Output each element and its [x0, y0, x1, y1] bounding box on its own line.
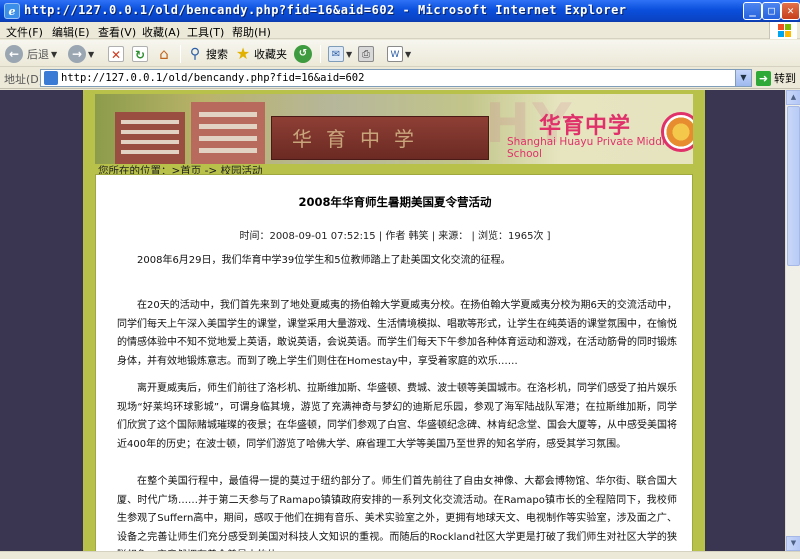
- menu-view[interactable]: 查看(V): [98, 24, 136, 40]
- site-frame: 华育中学 HY 华育中学 Shanghai Huayu Private Midd…: [83, 90, 705, 551]
- address-input[interactable]: http://127.0.0.1/old/bencandy.php?fid=16…: [40, 69, 752, 87]
- chevron-down-icon: ▼: [405, 49, 412, 59]
- menu-bar: 文件(F) 编辑(E) 查看(V) 收藏(A) 工具(T) 帮助(H): [0, 22, 800, 39]
- star-icon: ★: [235, 44, 251, 63]
- address-bar: 地址(D) http://127.0.0.1/old/bencandy.php?…: [0, 67, 800, 89]
- article-title: 2008年华育师生暑期美国夏令营活动: [298, 195, 492, 209]
- mail-icon: ✉: [328, 46, 344, 62]
- mail-button[interactable]: ✉ ▼: [328, 44, 352, 64]
- favorites-label: 收藏夹: [254, 48, 287, 61]
- printer-icon: ⎙: [358, 46, 374, 62]
- article-paragraph: 2008年6月29日，我们华育中学39位学生和5位教师踏上了赴美国文化交流的征程…: [137, 255, 511, 266]
- building-image: [115, 112, 185, 164]
- search-button[interactable]: ⚲ 搜索: [187, 44, 228, 64]
- article-paragraph: 离开夏威夷后，师生们前往了洛杉机、拉斯维加斯、华盛顿、费城、波士顿等美国城市。在…: [117, 383, 677, 450]
- maximize-button[interactable]: □: [762, 2, 781, 20]
- school-gate-sign: 华育中学: [271, 116, 489, 160]
- page-viewport: 华育中学 HY 华育中学 Shanghai Huayu Private Midd…: [0, 90, 785, 551]
- address-url: http://127.0.0.1/old/bencandy.php?fid=16…: [61, 72, 365, 84]
- stop-button[interactable]: ✕: [108, 44, 124, 64]
- menu-help[interactable]: 帮助(H): [232, 24, 271, 40]
- go-label: 转到: [774, 72, 796, 85]
- go-button[interactable]: ➜ 转到: [756, 70, 796, 86]
- scroll-down-arrow-icon[interactable]: ▼: [786, 536, 800, 551]
- chevron-down-icon: ▼: [346, 49, 353, 59]
- chevron-down-icon: ▼: [51, 49, 58, 59]
- stop-icon: ✕: [108, 46, 124, 62]
- forward-button[interactable]: → ▼: [68, 44, 94, 64]
- print-button[interactable]: ⎙: [358, 44, 374, 64]
- article-paragraph: 在整个美国行程中，最值得一提的莫过于纽约部分了。师生们首先前往了自由女神像、大都…: [117, 476, 677, 551]
- window-title: http://127.0.0.1/old/bencandy.php?fid=16…: [24, 3, 627, 17]
- refresh-button[interactable]: ↻: [132, 44, 148, 64]
- search-label: 搜索: [206, 48, 228, 61]
- article-meta: 时间：2008-09-01 07:52:15 | 作者 韩笑 | 来源： | 浏…: [239, 231, 551, 242]
- building-image: [191, 102, 265, 164]
- home-icon: ⌂: [159, 45, 169, 63]
- toolbar-divider: [320, 45, 321, 63]
- vertical-scrollbar[interactable]: ▲ ▼: [785, 90, 800, 551]
- article-paragraph: 在20天的活动中，我们首先来到了地处夏威夷的扬伯翰大学夏威夷分校。在扬伯翰大学夏…: [117, 300, 677, 367]
- school-logo-icon: [661, 112, 693, 152]
- toolbar-divider: [180, 45, 181, 63]
- favorites-button[interactable]: ★ 收藏夹: [235, 44, 287, 64]
- page-icon: [44, 71, 58, 85]
- refresh-icon: ↻: [132, 46, 148, 62]
- history-icon: ↺: [294, 45, 312, 63]
- site-banner: 华育中学 HY 华育中学 Shanghai Huayu Private Midd…: [95, 94, 693, 164]
- forward-arrow-icon: →: [68, 45, 86, 63]
- menu-tools[interactable]: 工具(T): [187, 24, 224, 40]
- article-panel: 2008年华育师生暑期美国夏令营活动 时间：2008-09-01 07:52:1…: [95, 174, 693, 551]
- back-arrow-icon: ←: [5, 45, 23, 63]
- home-button[interactable]: ⌂: [156, 44, 172, 64]
- search-icon: ⚲: [189, 46, 201, 62]
- chevron-down-icon: ▼: [88, 49, 95, 59]
- toolbar: ← 后退 ▼ → ▼ ✕ ↻ ⌂ ⚲ 搜索 ★ 收藏夹 ↺ ✉ ▼ ⎙ W ▼: [0, 40, 800, 67]
- scroll-up-arrow-icon[interactable]: ▲: [786, 90, 800, 105]
- back-label: 后退: [27, 48, 49, 61]
- menu-favorites[interactable]: 收藏(A): [142, 24, 180, 40]
- status-bar: [0, 551, 800, 559]
- windows-logo-icon: [769, 22, 797, 39]
- menu-edit[interactable]: 编辑(E): [52, 24, 90, 40]
- edit-button[interactable]: W ▼: [387, 44, 411, 64]
- chevron-down-icon[interactable]: ▼: [735, 70, 751, 86]
- menu-file[interactable]: 文件(F): [6, 24, 43, 40]
- scrollbar-thumb[interactable]: [787, 106, 800, 266]
- go-arrow-icon: ➜: [756, 70, 771, 86]
- window-title-bar: e http://127.0.0.1/old/bencandy.php?fid=…: [0, 0, 800, 22]
- ie-icon: e: [4, 3, 20, 19]
- history-button[interactable]: ↺: [294, 44, 312, 64]
- minimize-button[interactable]: _: [743, 2, 762, 20]
- close-button[interactable]: ✕: [781, 2, 800, 20]
- back-button[interactable]: ← 后退 ▼: [5, 44, 57, 64]
- address-label: 地址(D): [4, 73, 44, 86]
- edit-icon: W: [387, 46, 403, 62]
